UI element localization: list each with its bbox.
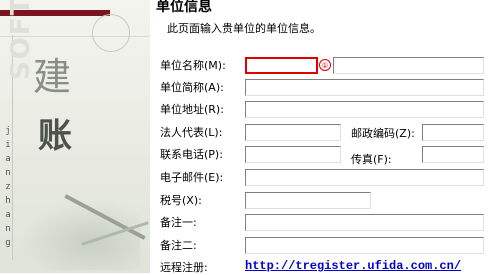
phone-input[interactable] [245,146,341,163]
banner-char-jian: 建 [33,55,72,99]
banner-vertical-text: jianzhang [5,126,11,248]
page-title: 单位信息 [156,0,212,15]
unit-address-label: 单位地址(R): [160,103,224,116]
unit-abbr-input[interactable] [245,79,484,96]
fax-input[interactable] [422,146,484,163]
banner-leaf-decoration [20,200,140,270]
phone-label: 联系电话(P): [160,148,223,161]
tax-number-label: 税号(X): [160,194,202,207]
unit-name-label: 单位名称(M): [160,59,226,72]
unit-name-input-extension[interactable] [333,57,484,74]
page-subtitle: 此页面输入贵单位的单位信息。 [167,22,321,35]
remote-register-link[interactable]: http://tregister.ufida.com.cn/ [245,259,461,273]
fax-label: 传真(F): [351,153,392,166]
email-label: 电子邮件(E): [160,171,224,184]
legal-rep-label: 法人代表(L): [160,126,223,139]
postcode-label: 邮政编码(Z): [351,127,415,140]
legal-rep-input[interactable] [245,124,341,141]
unit-address-input[interactable] [245,101,484,118]
banner-circle-decoration [92,14,130,52]
note1-label: 备注一: [160,216,197,229]
note1-input[interactable] [245,214,484,231]
side-banner: SOFTWARE 建 账 jianzhang [0,0,150,273]
note2-input[interactable] [245,237,484,254]
postcode-input[interactable] [422,124,484,141]
banner-char-zhang: 账 [38,116,72,156]
banner-watermark: SOFTWARE [6,0,36,80]
note2-label: 备注二: [160,239,197,252]
unit-name-input[interactable] [245,57,318,74]
tax-number-input[interactable] [245,192,371,209]
unit-abbr-label: 单位简称(A): [160,81,224,94]
email-input[interactable] [245,169,484,186]
required-marker-icon: ① [319,59,331,71]
